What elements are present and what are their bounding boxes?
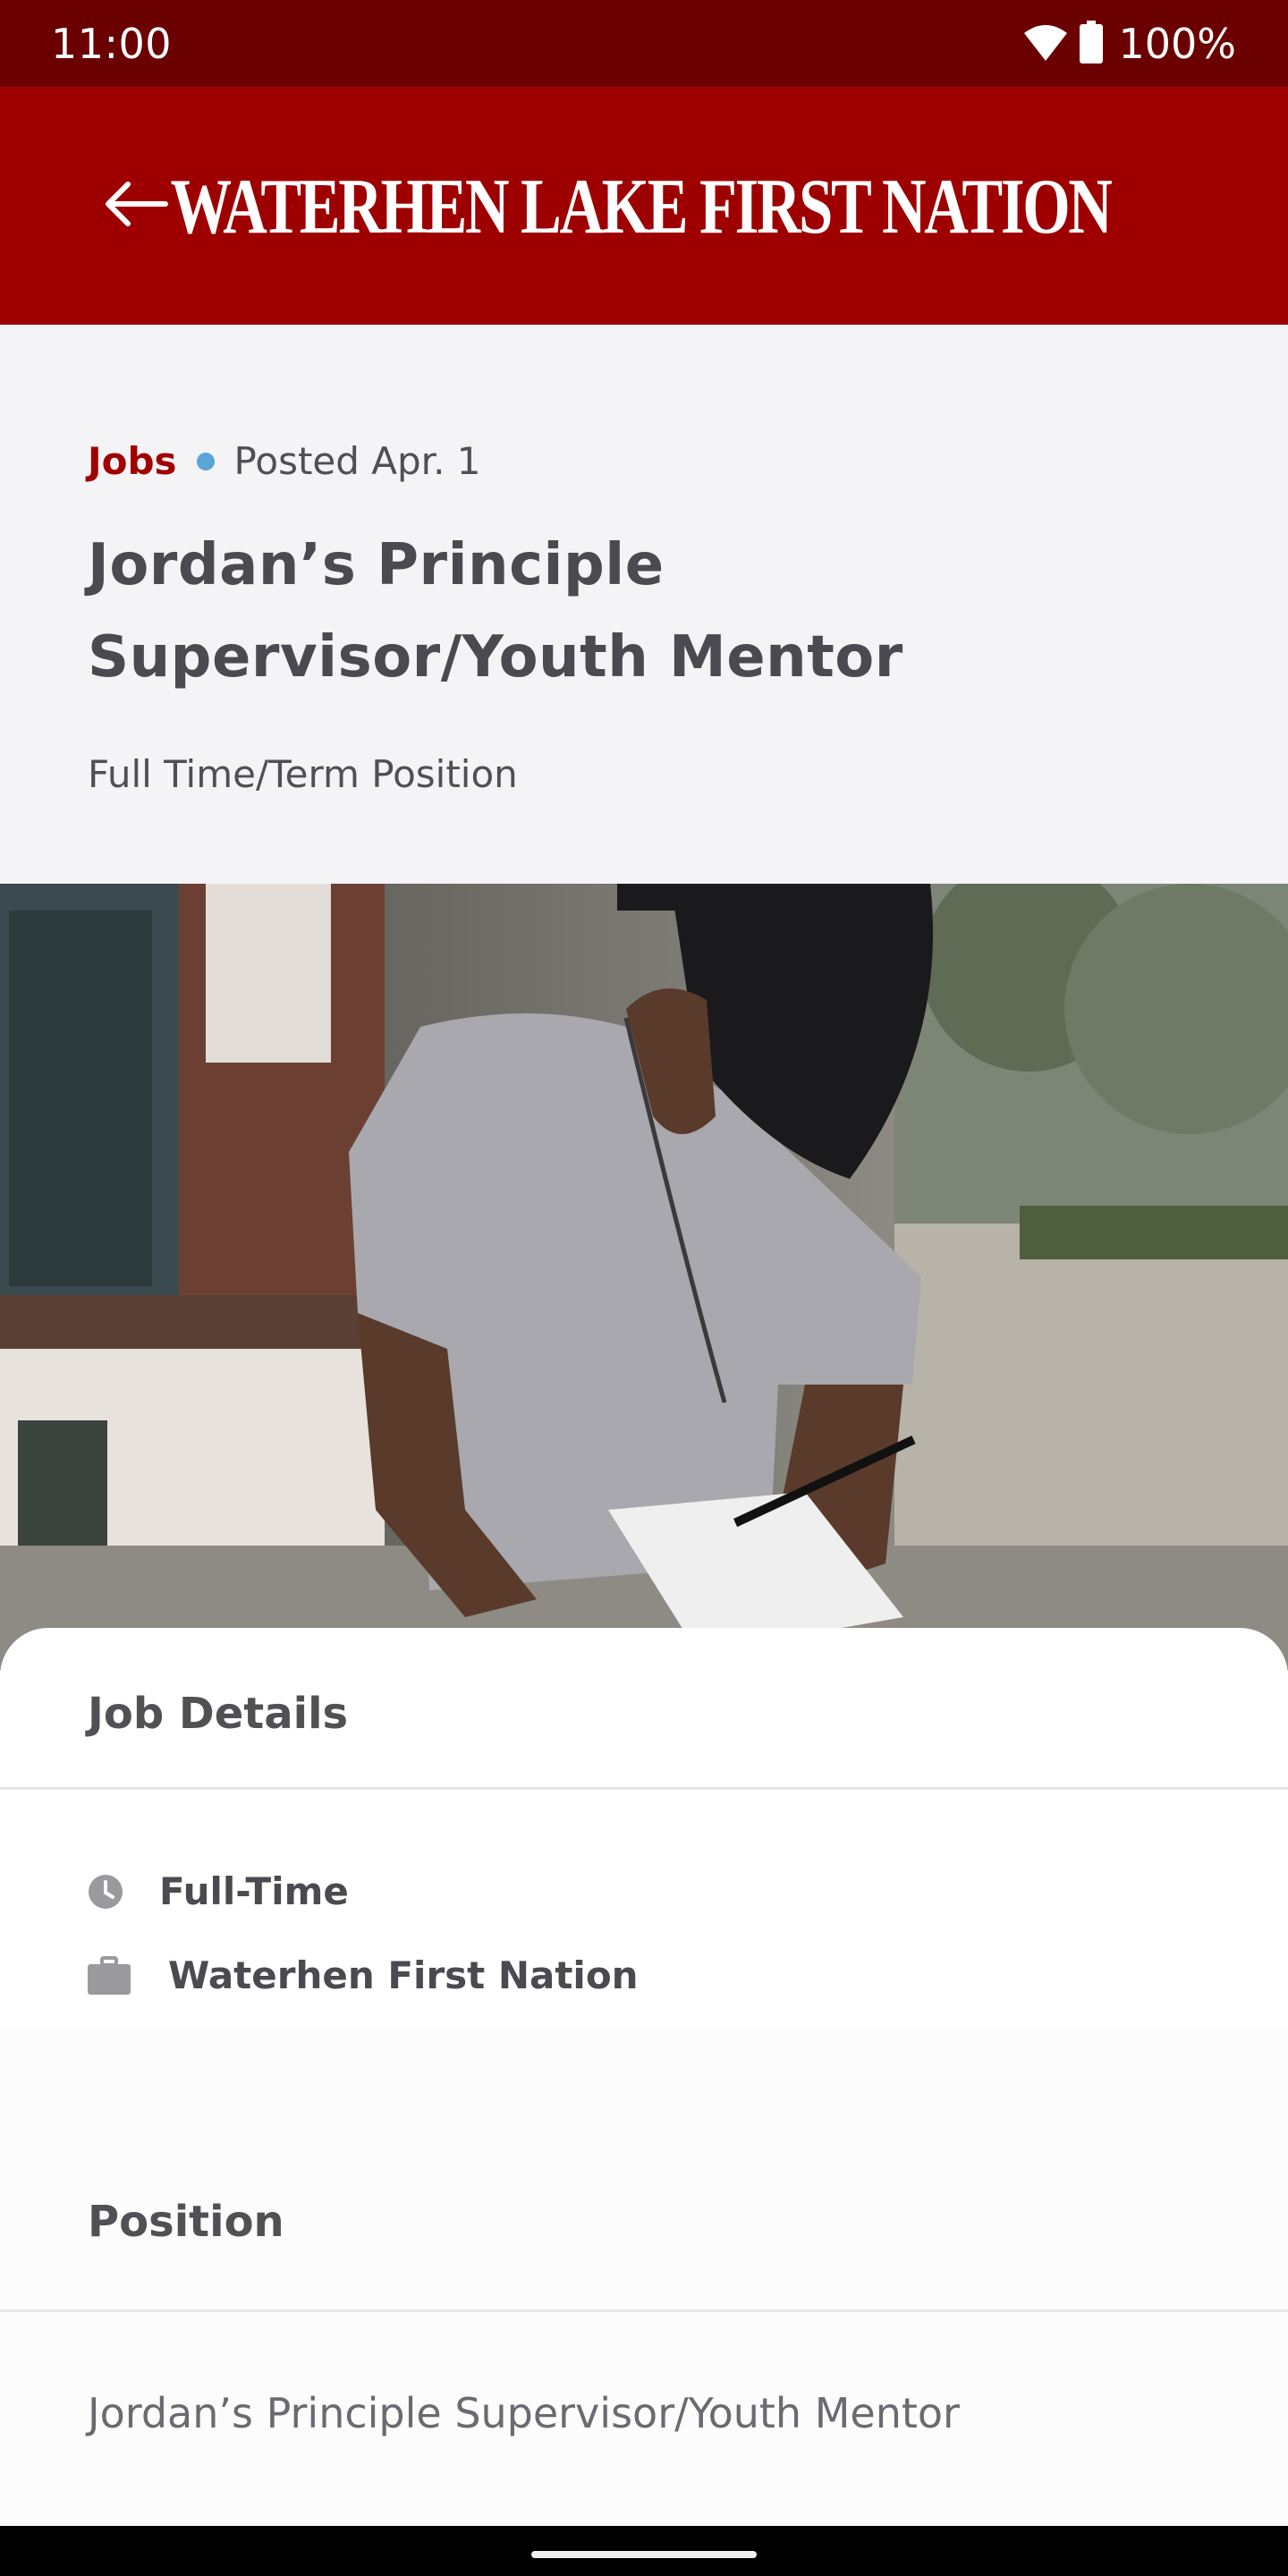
job-meta: Jobs Posted Apr. 1 (88, 439, 481, 483)
divider (0, 1787, 1288, 1790)
clock-icon (88, 1874, 123, 1910)
employment-type-row: Full-Time (88, 1869, 349, 1913)
divider (0, 2309, 1288, 2312)
posted-date: Posted Apr. 1 (233, 439, 481, 483)
status-time: 11:00 (51, 19, 173, 68)
home-gesture-handle[interactable] (531, 2551, 757, 2558)
battery-icon (1079, 20, 1104, 67)
wifi-icon (1023, 22, 1068, 65)
employer-name: Waterhen First Nation (168, 1953, 639, 1997)
app-bar: WATERHEN LAKE FIRST NATION (0, 87, 1288, 325)
back-button[interactable] (86, 157, 184, 255)
brand-logo-text: WATERHEN LAKE FIRST NATION (170, 163, 1113, 250)
employer-row: Waterhen First Nation (88, 1953, 639, 1997)
status-indicators: 100% (1023, 20, 1236, 68)
job-subtitle: Full Time/Term Position (88, 752, 518, 796)
position-description: Jordan’s Principle Supervisor/Youth Ment… (88, 2389, 960, 2437)
hero-image (0, 884, 1288, 1671)
status-bar: 11:00 100% (0, 0, 1288, 87)
category-link[interactable]: Jobs (88, 439, 177, 483)
briefcase-icon (88, 1955, 131, 1996)
page-title: Jordan’s Principle Supervisor/Youth Ment… (88, 532, 903, 691)
battery-percent: 100% (1118, 19, 1236, 68)
job-details-heading: Job Details (88, 1689, 349, 1739)
arrow-left-icon (101, 181, 169, 231)
employment-type: Full-Time (159, 1869, 349, 1913)
job-header: Jobs Posted Apr. 1 Jordan’s Principle Su… (0, 325, 1288, 884)
system-nav-bar (0, 2526, 1288, 2576)
position-section (0, 2030, 1288, 2526)
position-heading: Position (88, 2197, 284, 2247)
separator-dot (196, 452, 215, 470)
